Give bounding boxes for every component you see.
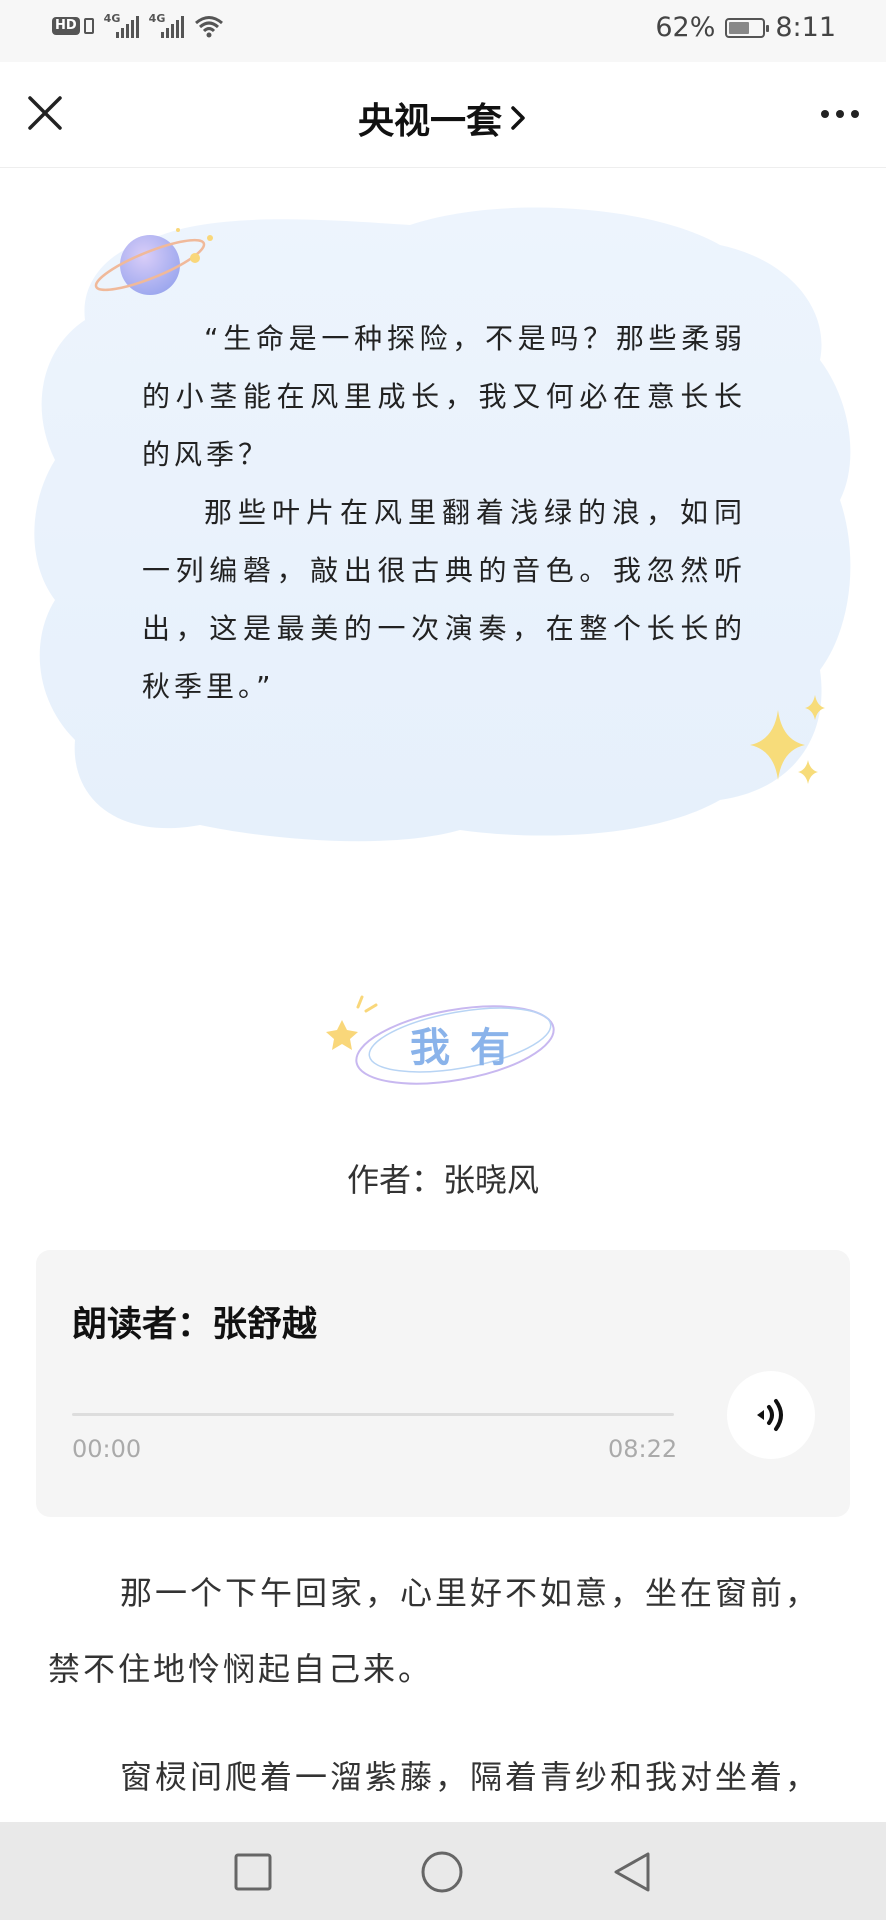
status-bar: HD 4G 4G 62% 8:11 (0, 0, 886, 62)
article-title-badge: 我有 (320, 975, 570, 1100)
reader-label: 朗读者：张舒越 (72, 1305, 318, 1345)
network-type-label: 4G (103, 12, 121, 25)
account-title: 央视一套 (357, 101, 502, 142)
status-right: 62% 8:11 (655, 12, 836, 43)
audio-play-icon (757, 1399, 783, 1431)
article-paragraph: 窗棂间爬着一溜紫藤，隔着青纱和我对坐着， (120, 1758, 821, 1796)
audio-current-time: 00:00 (72, 1435, 142, 1463)
recent-apps-button[interactable] (231, 1850, 275, 1894)
audio-play-button[interactable] (727, 1371, 815, 1459)
quote-paragraph: 那些叶片在风里翻着浅绿的浪，如同一列编磬，敲出很古典的音色。我忽然听出，这是最美… (142, 496, 746, 703)
home-button[interactable] (420, 1850, 464, 1894)
battery-percent: 62% (655, 12, 716, 43)
network-type-label: 4G (148, 12, 166, 25)
system-nav-bar (0, 1822, 886, 1920)
account-title-link[interactable]: 央视一套 (0, 92, 886, 144)
top-nav-bar: 央视一套 (0, 62, 886, 168)
signal-icon: 4G (103, 12, 139, 38)
article-body: 那一个下午回家，心里好不如意，坐在窗前，禁不住地怜悯起自己来。 窗棂间爬着一溜紫… (48, 1555, 838, 1847)
battery-icon (725, 17, 770, 38)
status-left: HD 4G 4G (52, 12, 224, 38)
article-title: 我有 (410, 1025, 530, 1071)
battery-fill (729, 21, 750, 34)
quote-paragraph: “生命是一种探险，不是吗？那些柔弱的小茎能在风里成长，我又何必在意长长的风季？ (142, 322, 746, 471)
back-button[interactable] (610, 1850, 654, 1894)
signal-icon: 4G (148, 12, 184, 38)
audio-total-time: 08:22 (608, 1435, 678, 1463)
wifi-icon (194, 16, 223, 38)
sim-icon (83, 18, 94, 34)
more-button[interactable] (816, 92, 864, 136)
audio-progress-slider[interactable] (72, 1413, 674, 1416)
author-line: 作者：张晓风 (346, 1161, 539, 1199)
audio-player: 朗读者：张舒越 00:00 08:22 (36, 1250, 850, 1517)
clock: 8:11 (775, 12, 836, 43)
article-paragraph: 那一个下午回家，心里好不如意，坐在窗前，禁不住地怜悯起自己来。 (48, 1574, 821, 1688)
quote-text: “生命是一种探险，不是吗？那些柔弱的小茎能在风里成长，我又何必在意长长的风季？ … (142, 310, 746, 716)
circle-icon (421, 1851, 463, 1893)
more-icon (851, 110, 859, 118)
chevron-right-icon (511, 106, 525, 130)
more-icon (821, 110, 829, 118)
more-icon (836, 110, 844, 118)
hd-badge: HD (52, 17, 80, 35)
quote-cloud: “生命是一种探险，不是吗？那些柔弱的小茎能在风里成长，我又何必在意长长的风季？ … (30, 200, 858, 850)
square-icon (234, 1853, 272, 1891)
triangle-back-icon (614, 1852, 650, 1892)
